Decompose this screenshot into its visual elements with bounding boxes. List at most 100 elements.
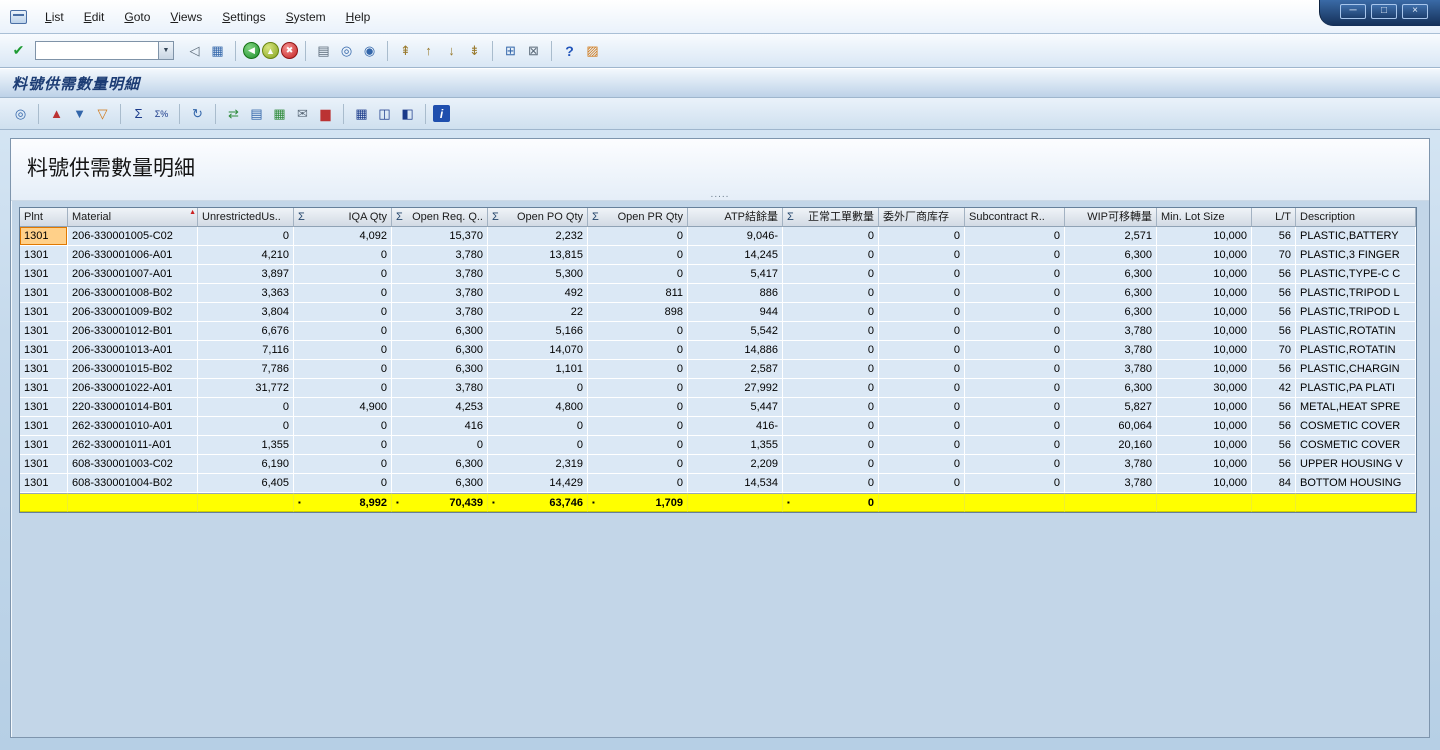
cell[interactable]: 9,046-	[688, 227, 783, 246]
cell[interactable]: 0	[965, 398, 1065, 417]
column-header-10[interactable]: Subcontract R..	[965, 208, 1065, 227]
cell[interactable]: 0	[783, 417, 879, 436]
sort-asc-icon[interactable]: ▲	[46, 103, 67, 124]
cell[interactable]: 898	[588, 303, 688, 322]
cell[interactable]: 206-330001007-A01	[68, 265, 198, 284]
cell[interactable]: 10,000	[1157, 360, 1252, 379]
cell[interactable]: 0	[879, 398, 965, 417]
cell[interactable]: 1301	[20, 246, 68, 265]
cell[interactable]: 10,000	[1157, 265, 1252, 284]
cell[interactable]: 14,245	[688, 246, 783, 265]
cell[interactable]: 10,000	[1157, 303, 1252, 322]
menu-views[interactable]: Views	[160, 7, 212, 27]
chart-icon[interactable]: ▆	[315, 103, 336, 124]
find-button[interactable]: ◎	[336, 40, 357, 61]
cell[interactable]: PLASTIC,ROTATIN	[1296, 341, 1416, 360]
refresh-icon[interactable]: ↻	[187, 103, 208, 124]
column-header-0[interactable]: Plnt	[20, 208, 68, 227]
cell[interactable]: 0	[588, 455, 688, 474]
cell[interactable]: 10,000	[1157, 322, 1252, 341]
cell[interactable]: 262-330001010-A01	[68, 417, 198, 436]
cell[interactable]: 56	[1252, 227, 1296, 246]
cell[interactable]: 1301	[20, 474, 68, 493]
cell[interactable]: 56	[1252, 436, 1296, 455]
cell[interactable]: 3,363	[198, 284, 294, 303]
cell[interactable]: 3,780	[392, 246, 488, 265]
cell[interactable]: 811	[588, 284, 688, 303]
cell[interactable]: 0	[879, 284, 965, 303]
cell[interactable]: 10,000	[1157, 227, 1252, 246]
cell[interactable]: 0	[879, 360, 965, 379]
cell[interactable]: 206-330001022-A01	[68, 379, 198, 398]
cell[interactable]: 3,780	[392, 303, 488, 322]
column-header-2[interactable]: UnrestrictedUs..	[198, 208, 294, 227]
cell[interactable]: 0	[488, 417, 588, 436]
grid-view-icon[interactable]: ▦	[351, 103, 372, 124]
cell[interactable]: 10,000	[1157, 455, 1252, 474]
cell[interactable]: 6,300	[1065, 265, 1157, 284]
cell[interactable]: 10,000	[1157, 474, 1252, 493]
cell[interactable]: 6,300	[1065, 303, 1157, 322]
cell[interactable]: 5,417	[688, 265, 783, 284]
cell[interactable]: 6,300	[392, 360, 488, 379]
cell[interactable]: 944	[688, 303, 783, 322]
cell[interactable]: 0	[783, 227, 879, 246]
cell[interactable]: 60,064	[1065, 417, 1157, 436]
export-icon[interactable]: ⇄	[223, 103, 244, 124]
mail-icon[interactable]: ✉	[292, 103, 313, 124]
column-header-3[interactable]: ΣIQA Qty	[294, 208, 392, 227]
cell[interactable]: 4,900	[294, 398, 392, 417]
cell[interactable]: 1301	[20, 360, 68, 379]
cell[interactable]: 0	[783, 303, 879, 322]
cell[interactable]: 0	[965, 455, 1065, 474]
cancel-button[interactable]: ✖	[281, 42, 298, 59]
cell[interactable]: 608-330001003-C02	[68, 455, 198, 474]
cell[interactable]: 0	[965, 265, 1065, 284]
splitter-grip[interactable]: .....	[711, 191, 730, 199]
cell[interactable]: 6,300	[392, 474, 488, 493]
cell[interactable]: PLASTIC,CHARGIN	[1296, 360, 1416, 379]
cell[interactable]: 14,070	[488, 341, 588, 360]
cell[interactable]: 0	[783, 322, 879, 341]
cell[interactable]: 416	[392, 417, 488, 436]
cell[interactable]: 0	[783, 379, 879, 398]
cell[interactable]: 1,101	[488, 360, 588, 379]
cell[interactable]: 6,676	[198, 322, 294, 341]
cell[interactable]: 84	[1252, 474, 1296, 493]
cell[interactable]: 0	[965, 322, 1065, 341]
cell[interactable]: 42	[1252, 379, 1296, 398]
cell[interactable]: 0	[965, 417, 1065, 436]
cell[interactable]: 3,780	[1065, 455, 1157, 474]
cell[interactable]: 15,370	[392, 227, 488, 246]
close-button[interactable]: ×	[1402, 4, 1428, 19]
new-session-button[interactable]: ⊞	[500, 40, 521, 61]
cell[interactable]: 0	[294, 246, 392, 265]
column-header-14[interactable]: Description	[1296, 208, 1416, 227]
cell[interactable]: COSMETIC COVER	[1296, 436, 1416, 455]
page-up-button[interactable]: ↑	[418, 40, 439, 61]
cell[interactable]: 0	[879, 322, 965, 341]
cell[interactable]: 2,209	[688, 455, 783, 474]
cell[interactable]: 206-330001006-A01	[68, 246, 198, 265]
cell[interactable]: 4,092	[294, 227, 392, 246]
cell[interactable]: 0	[879, 417, 965, 436]
command-dropdown-icon[interactable]: ▼	[158, 42, 173, 59]
cell[interactable]: 0	[294, 265, 392, 284]
cell[interactable]: 2,319	[488, 455, 588, 474]
cell[interactable]: 1,355	[688, 436, 783, 455]
cell[interactable]: COSMETIC COVER	[1296, 417, 1416, 436]
menu-settings[interactable]: Settings	[212, 7, 275, 27]
cell[interactable]: 0	[294, 379, 392, 398]
cell[interactable]: 0	[294, 303, 392, 322]
cell[interactable]: 22	[488, 303, 588, 322]
exit-button[interactable]: ▲	[262, 42, 279, 59]
cell[interactable]: 206-330001015-B02	[68, 360, 198, 379]
first-page-button[interactable]: ⇞	[395, 40, 416, 61]
cell[interactable]: 0	[294, 474, 392, 493]
cell[interactable]: 206-330001008-B02	[68, 284, 198, 303]
cell[interactable]: BOTTOM HOUSING	[1296, 474, 1416, 493]
cell[interactable]: 30,000	[1157, 379, 1252, 398]
cell[interactable]: PLASTIC,3 FINGER	[1296, 246, 1416, 265]
cell[interactable]: 886	[688, 284, 783, 303]
cell[interactable]: 0	[965, 227, 1065, 246]
